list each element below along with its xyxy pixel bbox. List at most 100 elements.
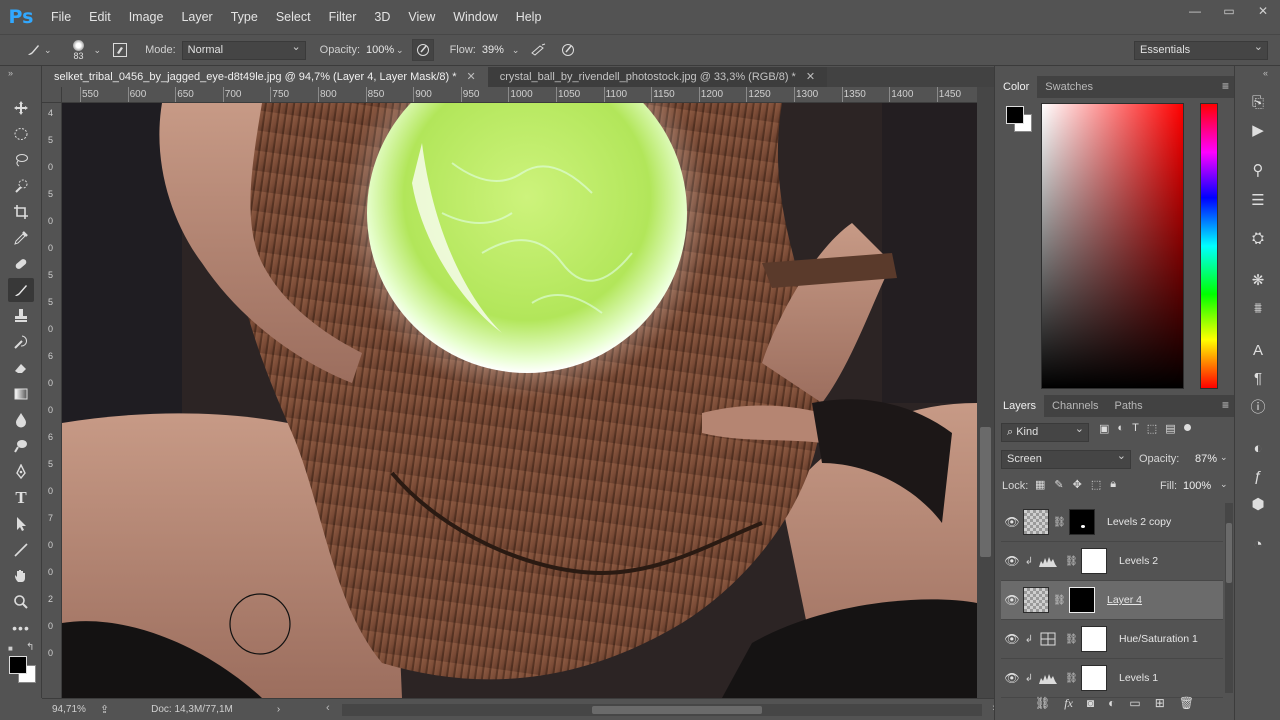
adjustments-panel-icon[interactable]: ⚲ <box>1248 160 1268 180</box>
menu-3d[interactable]: 3D <box>365 0 399 34</box>
flow-value[interactable]: 39% <box>482 44 508 56</box>
tab-color[interactable]: Color <box>995 76 1038 98</box>
brush-tool-preset-icon[interactable] <box>22 39 44 61</box>
foreground-color-swatch[interactable] <box>9 656 27 674</box>
flow-dropdown-icon[interactable]: ⌄ <box>512 45 520 56</box>
link-chain-icon[interactable]: ⛓︎ <box>1065 556 1078 567</box>
crop-tool-icon[interactable] <box>8 200 34 224</box>
layer-blend-mode-select[interactable]: Screen <box>1001 448 1131 469</box>
airbrush-icon[interactable] <box>527 39 549 61</box>
healing-brush-tool-icon[interactable] <box>8 252 34 276</box>
tab-layers[interactable]: Layers <box>995 395 1045 417</box>
properties-panel-icon[interactable]: ☰ <box>1248 190 1268 210</box>
menu-image[interactable]: Image <box>120 0 173 34</box>
delete-layer-icon[interactable]: 🗑︎ <box>1179 696 1194 711</box>
eyedropper-tool-icon[interactable] <box>8 226 34 250</box>
visibility-eye-icon[interactable]: 👁︎ <box>1001 554 1023 568</box>
layers-scrollbar[interactable] <box>1225 503 1233 693</box>
close-tab-icon[interactable]: ✕ <box>467 67 476 87</box>
history-brush-tool-icon[interactable] <box>8 330 34 354</box>
menu-type[interactable]: Type <box>222 0 267 34</box>
visibility-eye-icon[interactable]: 👁︎ <box>1001 632 1023 646</box>
layer-row[interactable]: 👁︎ ⛓︎ Levels 2 copy <box>1001 503 1223 542</box>
gradient-tool-icon[interactable] <box>8 382 34 406</box>
layer-style-icon[interactable]: fx <box>1064 696 1073 711</box>
hue-slider[interactable] <box>1200 103 1218 389</box>
ruler-origin[interactable] <box>42 87 62 103</box>
shape-filter-icon[interactable]: ⬚ <box>1147 422 1157 435</box>
horizontal-ruler[interactable]: 550 600 650 700 750 800 850 900 950 1000 1050 1100 1… <box>62 87 977 103</box>
layer-mask-thumbnail[interactable] <box>1081 548 1107 574</box>
new-adjustment-icon[interactable]: ◐ <box>1108 696 1115 711</box>
workspace-select[interactable]: Essentials <box>1134 39 1268 60</box>
tab-paths[interactable]: Paths <box>1107 395 1151 417</box>
fill-dropdown-icon[interactable]: ⌄ <box>1220 479 1228 490</box>
layer-mask-thumbnail[interactable] <box>1069 509 1095 535</box>
preset-dropdown-arrow-icon[interactable]: ⌄ <box>44 45 52 56</box>
tab-crystal-ball[interactable]: crystal_ball_by_rivendell_photostock.jpg… <box>487 67 828 87</box>
color-spectrum-field[interactable] <box>1041 103 1184 389</box>
layer-filter-select[interactable]: ⌕ Kind <box>1001 421 1089 442</box>
layer-opacity-value[interactable]: 87% <box>1195 453 1217 465</box>
link-chain-icon[interactable]: ⛓︎ <box>1053 517 1066 528</box>
clone-stamp-tool-icon[interactable] <box>8 304 34 328</box>
panel-menu-icon[interactable]: ≡ <box>1222 79 1229 93</box>
hand-tool-icon[interactable] <box>8 564 34 588</box>
history-panel-icon[interactable]: ⎘ <box>1248 92 1268 112</box>
menu-edit[interactable]: Edit <box>80 0 120 34</box>
link-chain-icon[interactable]: ⛓︎ <box>1053 595 1066 606</box>
timeline-panel-icon[interactable]: ◔ <box>1248 534 1268 554</box>
path-selection-tool-icon[interactable] <box>8 512 34 536</box>
3d-panel-icon[interactable]: ⬢ <box>1248 494 1268 514</box>
paragraph-panel-icon[interactable]: ¶ <box>1248 368 1268 388</box>
default-colors-icon[interactable]: ■ <box>8 644 13 653</box>
horizontal-scrollbar[interactable]: ‹ › <box>326 702 996 716</box>
new-group-icon[interactable]: ▭ <box>1129 696 1140 711</box>
actions-panel-icon[interactable]: ▶ <box>1248 120 1268 140</box>
move-tool-icon[interactable] <box>8 96 34 120</box>
brush-settings-panel-icon[interactable]: ❋ <box>1248 270 1268 290</box>
link-chain-icon[interactable]: ⛓︎ <box>1065 634 1078 645</box>
eraser-tool-icon[interactable] <box>8 356 34 380</box>
layers-scroll-thumb[interactable] <box>1226 523 1232 583</box>
horizontal-scroll-thumb[interactable] <box>592 706 762 714</box>
effects-panel-icon[interactable]: ƒ <box>1248 466 1268 486</box>
pixel-filter-icon[interactable]: ▣ <box>1099 422 1109 435</box>
brush-size-picker[interactable]: 83 <box>66 35 92 65</box>
menu-select[interactable]: Select <box>267 0 320 34</box>
visibility-eye-icon[interactable]: 👁︎ <box>1001 593 1023 607</box>
opacity-dropdown-icon[interactable]: ⌄ <box>396 45 404 56</box>
blur-tool-icon[interactable] <box>8 408 34 432</box>
line-tool-icon[interactable] <box>8 538 34 562</box>
lock-transparent-icon[interactable]: ▦ <box>1035 478 1045 491</box>
vertical-scrollbar[interactable] <box>977 87 994 698</box>
lock-all-icon[interactable]: 🔒︎ <box>1110 478 1116 491</box>
dock-collapse-icon[interactable]: « <box>1263 68 1268 78</box>
visibility-eye-icon[interactable]: 👁︎ <box>1001 515 1023 529</box>
type-tool-icon[interactable]: T <box>8 486 34 510</box>
brush-panel-toggle-icon[interactable] <box>109 39 131 61</box>
document-canvas[interactable] <box>62 103 977 698</box>
menu-view[interactable]: View <box>399 0 444 34</box>
tab-channels[interactable]: Channels <box>1044 395 1106 417</box>
layer-mask-thumbnail[interactable] <box>1081 665 1107 691</box>
link-layers-icon[interactable]: ⛓︎ <box>1035 696 1050 711</box>
zoom-level[interactable]: 94,71% <box>52 704 86 715</box>
styles-panel-icon[interactable]: ◐ <box>1248 438 1268 458</box>
pressure-size-icon[interactable] <box>557 39 579 61</box>
layer-row-selected[interactable]: 👁︎ ⛓︎ Layer 4 <box>1001 581 1223 620</box>
export-icon[interactable]: ⇪ <box>100 703 109 716</box>
layer-row[interactable]: 👁︎ ↲ ⛓︎ Hue/Saturation 1 <box>1001 620 1223 659</box>
menu-help[interactable]: Help <box>507 0 551 34</box>
layers-panel-menu-icon[interactable]: ≡ <box>1222 398 1229 412</box>
toolbar-collapse-icon[interactable]: » <box>8 68 13 78</box>
brushes-panel-icon[interactable]: ⩩ <box>1248 298 1268 318</box>
menu-window[interactable]: Window <box>444 0 506 34</box>
brush-size-dropdown-icon[interactable]: ⌄ <box>94 45 102 56</box>
vertical-ruler[interactable]: 4 5 0 5 0 0 5 5 0 6 0 0 6 5 0 7 0 0 2 0 0 <box>42 103 62 698</box>
close-tab-icon[interactable]: ✕ <box>806 67 815 87</box>
layer-mask-thumbnail[interactable] <box>1069 587 1095 613</box>
layer-opacity-dropdown-icon[interactable]: ⌄ <box>1220 452 1228 463</box>
quick-selection-tool-icon[interactable] <box>8 174 34 198</box>
status-menu-arrow-icon[interactable]: › <box>277 704 280 715</box>
